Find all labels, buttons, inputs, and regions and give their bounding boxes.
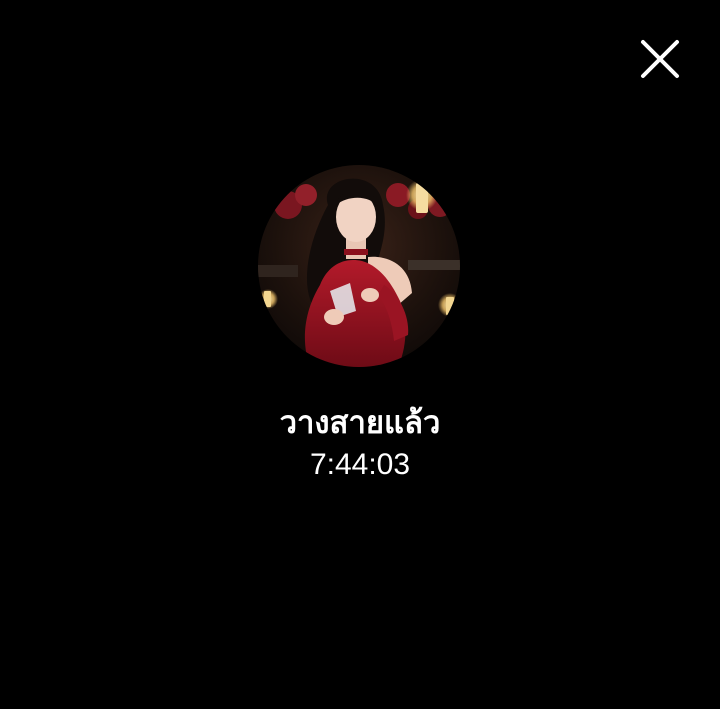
close-icon bbox=[641, 40, 679, 78]
avatar bbox=[258, 165, 460, 367]
avatar-photo bbox=[258, 165, 460, 367]
call-ended-screen: วางสายแล้ว 7:44:03 bbox=[0, 0, 720, 709]
call-duration: 7:44:03 bbox=[309, 448, 411, 481]
close-button[interactable] bbox=[636, 35, 684, 83]
call-status-text: วางสายแล้ว bbox=[279, 405, 441, 441]
